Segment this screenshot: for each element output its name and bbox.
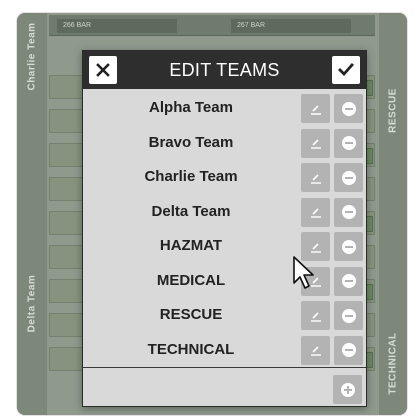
- pencil-icon: [310, 311, 321, 322]
- minus-circle-icon: [341, 170, 356, 185]
- remove-team-button[interactable]: [334, 163, 363, 192]
- minus-circle-icon: [341, 239, 356, 254]
- background-team-label: Charlie Team: [26, 22, 38, 91]
- pencil-icon: [310, 173, 321, 184]
- close-button[interactable]: [89, 56, 117, 84]
- edit-team-button[interactable]: [301, 197, 330, 227]
- minus-circle-icon: [341, 136, 356, 150]
- pencil-icon: [310, 208, 321, 218]
- list-divider: [83, 367, 366, 368]
- edit-team-button[interactable]: [301, 335, 330, 365]
- background-team-label: Delta Team: [26, 274, 38, 333]
- team-list: Alpha Team Bravo Team Charlie Team Delta…: [83, 91, 366, 367]
- remove-team-button[interactable]: [334, 335, 363, 365]
- edit-team-button[interactable]: [301, 94, 330, 123]
- background-bar: 266 BAR: [57, 19, 177, 33]
- pencil-icon: [310, 242, 321, 253]
- remove-team-button[interactable]: [334, 266, 363, 296]
- minus-circle-icon: [341, 101, 356, 116]
- remove-team-button[interactable]: [334, 232, 363, 261]
- edit-team-button[interactable]: [301, 128, 330, 158]
- pencil-icon: [310, 139, 321, 149]
- minus-circle-icon: [341, 274, 356, 288]
- plus-circle-icon: [340, 382, 355, 397]
- add-team-button[interactable]: [333, 375, 362, 404]
- minus-circle-icon: [341, 308, 356, 323]
- team-name: Delta Team: [151, 202, 231, 220]
- pencil-icon: [310, 104, 321, 115]
- remove-team-button[interactable]: [334, 301, 363, 330]
- pencil-icon: [310, 346, 321, 356]
- team-name: HAZMAT: [159, 237, 223, 254]
- edit-team-button[interactable]: [301, 163, 330, 192]
- close-icon: [96, 63, 110, 77]
- team-name: TECHNICAL: [147, 340, 235, 358]
- remove-team-button[interactable]: [334, 128, 363, 158]
- team-name: MEDICAL: [156, 271, 226, 289]
- team-row: HAZMAT: [83, 229, 366, 264]
- team-name: Charlie Team: [144, 168, 238, 185]
- confirm-button[interactable]: [332, 56, 360, 84]
- team-name: RESCUE: [159, 306, 223, 323]
- app-frame: Charlie Team Delta Team RESCUE TECHNICAL…: [17, 13, 407, 415]
- modal-title: EDIT TEAMS: [169, 60, 280, 80]
- team-row: TECHNICAL: [83, 333, 366, 368]
- team-row: Bravo Team: [83, 126, 366, 161]
- remove-team-button[interactable]: [334, 197, 363, 227]
- team-name: Bravo Team: [148, 133, 234, 151]
- background-team-label: RESCUE: [387, 88, 399, 133]
- check-icon: [338, 63, 354, 77]
- background-right-column: RESCUE TECHNICAL: [379, 13, 407, 415]
- team-row: Alpha Team: [83, 91, 366, 126]
- team-row: Charlie Team: [83, 160, 366, 195]
- background-left-column: Charlie Team Delta Team: [17, 13, 47, 415]
- remove-team-button[interactable]: [334, 94, 363, 123]
- team-row: MEDICAL: [83, 264, 366, 299]
- team-row: Delta Team: [83, 195, 366, 230]
- modal-header: EDIT TEAMS: [83, 51, 366, 89]
- minus-circle-icon: [341, 343, 356, 357]
- mouse-cursor-icon: [293, 256, 314, 289]
- background-team-label: TECHNICAL: [387, 332, 399, 395]
- team-row: RESCUE: [83, 298, 366, 333]
- edit-teams-modal: EDIT TEAMS Alpha Team Bravo Team Charlie…: [82, 50, 367, 407]
- edit-team-button[interactable]: [301, 301, 330, 330]
- background-bar: 267 BAR: [231, 19, 351, 33]
- minus-circle-icon: [341, 205, 356, 219]
- team-name: Alpha Team: [149, 99, 233, 116]
